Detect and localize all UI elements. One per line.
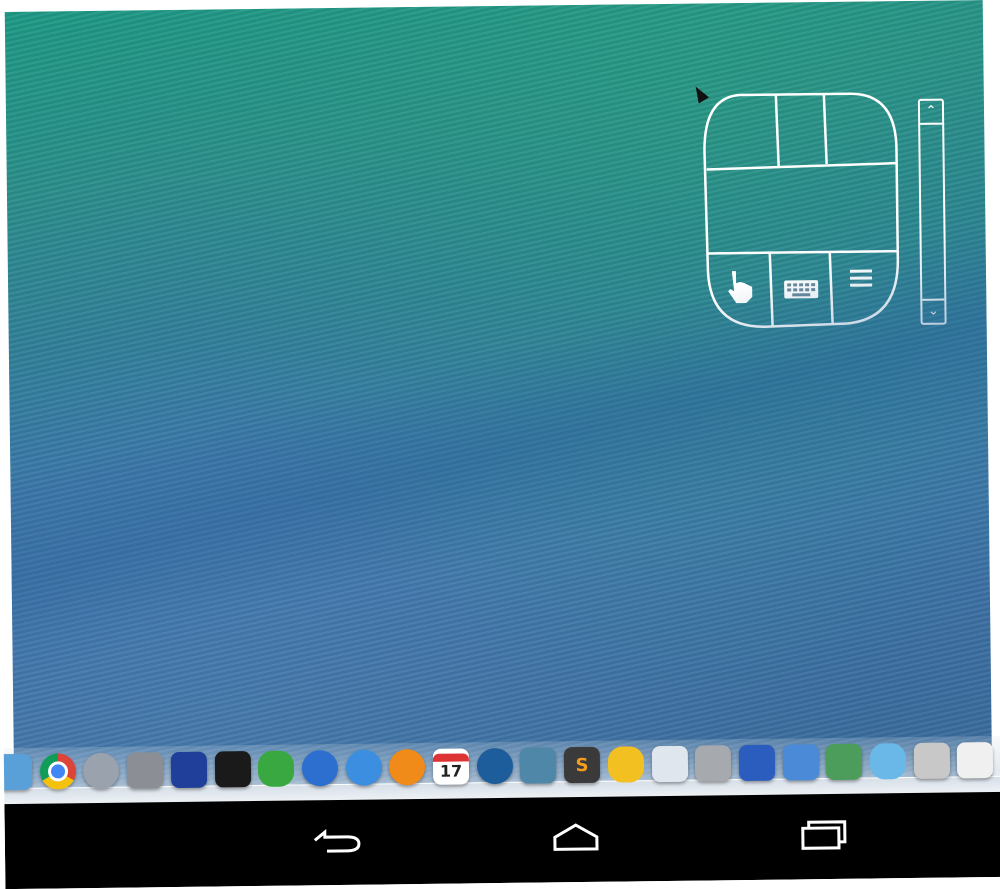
touchpad-surface[interactable] [709,169,896,251]
virtual-touchpad[interactable] [700,89,903,331]
recents-icon [801,820,847,850]
quicktime-icon[interactable] [301,750,339,787]
wireshark-icon[interactable] [869,743,907,780]
back-arrow-icon [313,829,361,853]
touchpad-left-click-zone[interactable] [708,99,775,168]
archive-utility-icon[interactable] [738,744,776,782]
textedit-icon[interactable] [957,741,994,779]
back-button[interactable] [303,820,373,861]
chrome-center [47,761,68,782]
finder-partial-icon[interactable] [0,753,33,791]
virtual-scrollbar[interactable]: ⌃ ⌄ [917,98,947,325]
itunes-icon[interactable] [345,749,382,786]
console-icon[interactable] [913,742,950,779]
android-navigation-bar [4,791,1000,889]
calendar-icon[interactable]: 17 [432,748,470,785]
audacity-icon[interactable] [170,751,208,789]
sublime-text-icon[interactable]: S [563,746,601,784]
touch-mode-button[interactable] [710,255,769,324]
menu-icon [849,269,873,287]
system-preferences-icon[interactable] [126,752,164,789]
scrollbar-track[interactable] [917,98,947,325]
home-button[interactable] [541,817,611,858]
sublime-letter: S [575,754,589,776]
calendar-header [432,752,469,762]
keyboard-icon [784,280,819,299]
xcode-icon[interactable] [782,744,819,781]
scroll-down-button[interactable]: ⌄ [922,298,945,323]
touchpad-middle-click-zone[interactable] [780,98,825,165]
preview-icon[interactable] [651,745,688,783]
adium-icon[interactable] [257,750,295,787]
android-screen: ⌃ ⌄ 17 S [0,0,1000,889]
chevron-down-icon: ⌄ [927,303,940,319]
launchpad-icon[interactable] [83,752,120,790]
image-viewer-icon[interactable] [826,743,863,781]
touchpad-right-click-zone[interactable] [828,97,893,164]
keyboard-button[interactable] [772,254,831,323]
home-icon [553,823,599,851]
menu-button[interactable] [834,253,895,322]
cyberduck-icon[interactable] [607,746,644,783]
recents-button[interactable] [787,814,857,855]
ibooks-icon[interactable] [389,748,426,786]
chevron-up-icon: ⌃ [925,103,937,119]
sourcetree-icon[interactable] [476,747,513,785]
chrome-icon[interactable] [39,753,76,790]
calculator-icon[interactable] [694,745,732,782]
scroll-up-button[interactable]: ⌃ [919,100,943,125]
calendar-day-label: 17 [439,760,463,781]
jetbrains-icon[interactable] [520,747,557,784]
terminal-icon[interactable] [214,751,251,788]
